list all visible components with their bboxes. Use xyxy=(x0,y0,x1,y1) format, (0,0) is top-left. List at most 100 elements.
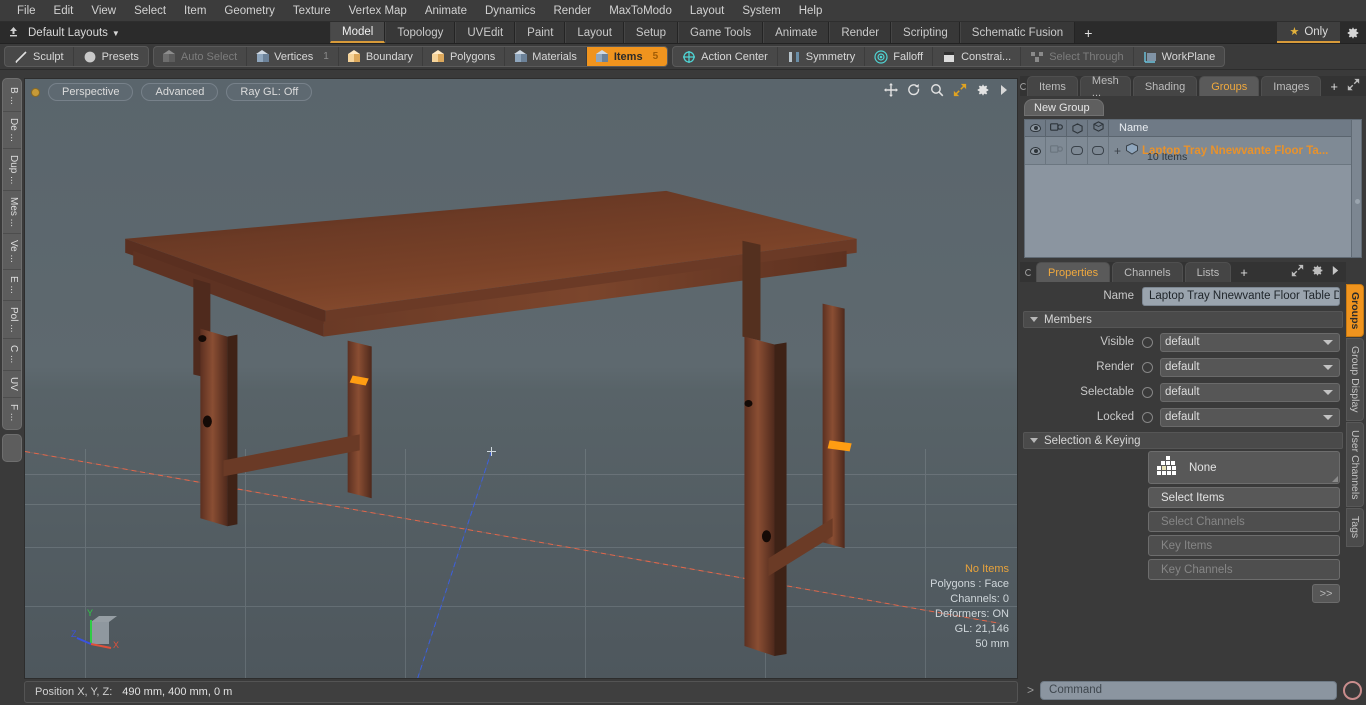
groups-list-empty-area[interactable] xyxy=(1025,165,1351,257)
tab-setup[interactable]: Setup xyxy=(623,22,678,43)
polygons-button[interactable]: Polygons xyxy=(423,47,506,66)
menu-item-select[interactable]: Select xyxy=(125,2,175,20)
select-through-button[interactable]: Select Through xyxy=(1021,47,1134,66)
menu-item-help[interactable]: Help xyxy=(790,2,832,20)
visible-toggle-icon[interactable] xyxy=(1142,336,1153,348)
col-visible-header[interactable] xyxy=(1025,120,1046,136)
row-locked-toggle[interactable] xyxy=(1088,137,1109,164)
locked-toggle-icon[interactable] xyxy=(1142,411,1153,423)
tab-schematic-fusion[interactable]: Schematic Fusion xyxy=(959,22,1076,43)
gear-icon[interactable] xyxy=(976,83,990,100)
select-channels-button[interactable]: Select Channels xyxy=(1148,511,1340,532)
left-tab-vertex[interactable]: Ve ... xyxy=(3,234,21,270)
left-tab-mesh[interactable]: Mes ... xyxy=(3,191,21,235)
row-render-toggle[interactable] xyxy=(1046,137,1067,164)
render-toggle-icon[interactable] xyxy=(1142,361,1153,373)
left-tab-edge[interactable]: E ... xyxy=(3,270,21,301)
selectable-toggle-icon[interactable] xyxy=(1142,386,1153,398)
panel-tab-mesh[interactable]: Mesh ... xyxy=(1079,75,1131,99)
panel-tab-images[interactable]: Images xyxy=(1261,76,1322,96)
fit-icon[interactable] xyxy=(953,83,967,100)
key-items-button[interactable]: Key Items xyxy=(1148,535,1340,556)
constraint-button[interactable]: Constrai... xyxy=(933,47,1022,66)
axis-gizmo[interactable]: Y X Z xyxy=(69,604,125,660)
left-tab-uv[interactable]: UV xyxy=(3,371,21,398)
menu-item-layout[interactable]: Layout xyxy=(681,2,734,20)
menu-item-dynamics[interactable]: Dynamics xyxy=(476,2,544,20)
rotate-icon[interactable] xyxy=(907,83,921,100)
menu-item-render[interactable]: Render xyxy=(544,2,600,20)
selectable-dropdown[interactable]: default xyxy=(1160,382,1340,402)
side-tab-tags[interactable]: Tags xyxy=(1346,508,1364,547)
menu-item-file[interactable]: File xyxy=(8,2,45,20)
name-field[interactable]: Laptop Tray Nnewvante Floor Table D xyxy=(1142,286,1340,306)
groups-list-scrollbar[interactable] xyxy=(1351,120,1361,257)
left-strip-extra-panel[interactable] xyxy=(2,433,22,462)
col-render-header[interactable] xyxy=(1046,120,1067,136)
command-record-icon[interactable] xyxy=(1343,680,1362,700)
menu-item-vertex-map[interactable]: Vertex Map xyxy=(340,2,416,20)
menu-item-texture[interactable]: Texture xyxy=(284,2,340,20)
action-center-button[interactable]: Action Center xyxy=(673,47,778,66)
tab-topology[interactable]: Topology xyxy=(385,22,456,43)
menu-item-system[interactable]: System xyxy=(733,2,789,20)
panel-tab-groups[interactable]: Groups xyxy=(1199,76,1260,96)
left-tab-duplicate[interactable]: Dup ... xyxy=(3,149,21,192)
projection-button[interactable]: Perspective xyxy=(48,83,134,101)
left-tab-curve[interactable]: C ... xyxy=(3,339,21,371)
panel-tab-items[interactable]: Items xyxy=(1027,76,1078,96)
tab-properties[interactable]: Properties xyxy=(1036,262,1111,282)
expand-more-button[interactable]: >> xyxy=(1312,584,1340,603)
chevron-right-icon[interactable] xyxy=(999,84,1009,99)
viewport-menu-dot-icon[interactable] xyxy=(31,87,40,97)
properties-menu-icon[interactable] xyxy=(1020,262,1036,282)
table-3d-model[interactable] xyxy=(25,79,1017,678)
tab-animate[interactable]: Animate xyxy=(763,22,830,43)
selection-set-button[interactable]: None xyxy=(1148,451,1340,484)
add-panel-tab-button[interactable]: + xyxy=(1323,76,1345,96)
members-section-header[interactable]: Members xyxy=(1023,311,1343,328)
menu-item-item[interactable]: Item xyxy=(175,2,215,20)
tab-scripting[interactable]: Scripting xyxy=(891,22,960,43)
row-selectable-toggle[interactable] xyxy=(1067,137,1088,164)
menu-item-edit[interactable]: Edit xyxy=(45,2,83,20)
tab-layout[interactable]: Layout xyxy=(565,22,624,43)
gear-icon[interactable] xyxy=(1311,264,1324,280)
select-items-button[interactable]: Select Items xyxy=(1148,487,1340,508)
left-tab-deform[interactable]: De ... xyxy=(3,112,21,149)
workplane-button[interactable]: WorkPlane xyxy=(1134,47,1225,66)
tab-model[interactable]: Model xyxy=(330,22,386,43)
command-input[interactable]: Command xyxy=(1040,680,1337,700)
symmetry-button[interactable]: Symmetry xyxy=(778,47,866,66)
zoom-icon[interactable] xyxy=(930,83,944,100)
visible-dropdown[interactable]: default xyxy=(1160,332,1340,352)
items-button[interactable]: Items 5 xyxy=(586,47,668,66)
side-tab-group-display[interactable]: Group Display xyxy=(1346,338,1364,421)
menu-item-maxtomodo[interactable]: MaxToModo xyxy=(600,2,681,20)
tab-lists[interactable]: Lists xyxy=(1184,262,1232,282)
col-locked-header[interactable] xyxy=(1088,120,1109,136)
raygl-button[interactable]: Ray GL: Off xyxy=(226,83,313,101)
selection-keying-section-header[interactable]: Selection & Keying xyxy=(1023,432,1343,449)
add-tab-button[interactable]: + xyxy=(1075,22,1102,43)
side-tab-user-channels[interactable]: User Channels xyxy=(1346,421,1364,508)
key-channels-button[interactable]: Key Channels xyxy=(1148,559,1340,580)
presets-button[interactable]: Presets xyxy=(74,47,148,66)
panel-tab-shading[interactable]: Shading xyxy=(1132,76,1198,96)
tab-paint[interactable]: Paint xyxy=(515,22,566,43)
table-row[interactable]: + Laptop Tray Nnewvante Floor Ta... 10 I… xyxy=(1025,137,1351,165)
viewport-3d[interactable]: Perspective Advanced Ray GL: Off No Item… xyxy=(24,78,1018,679)
add-properties-tab-button[interactable]: + xyxy=(1233,262,1255,282)
materials-button[interactable]: Materials xyxy=(505,47,587,66)
panel-menu-icon[interactable] xyxy=(1020,76,1027,96)
shading-button[interactable]: Advanced xyxy=(141,83,219,101)
auto-select-button[interactable]: Auto Select xyxy=(154,47,248,66)
left-tab-basic[interactable]: B ... xyxy=(3,81,21,112)
sculpt-button[interactable]: Sculpt xyxy=(5,47,74,66)
new-group-button[interactable]: New Group xyxy=(1024,99,1104,116)
menu-item-geometry[interactable]: Geometry xyxy=(215,2,284,20)
tab-uvedit[interactable]: UVEdit xyxy=(455,22,516,43)
left-tab-polygon[interactable]: Pol ... xyxy=(3,301,21,340)
tab-game-tools[interactable]: Game Tools xyxy=(677,22,764,43)
tab-channels[interactable]: Channels xyxy=(1112,262,1183,282)
